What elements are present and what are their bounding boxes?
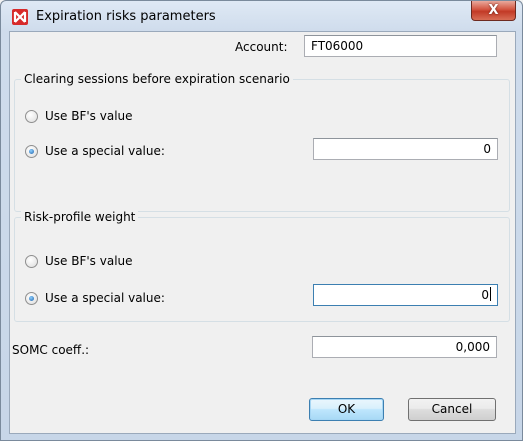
ok-button[interactable]: OK xyxy=(309,398,384,421)
title-bar[interactable]: Expiration risks parameters X xyxy=(1,1,522,31)
app-logo-icon xyxy=(12,9,28,25)
close-icon: X xyxy=(488,3,499,18)
clearing-use-bf-radio[interactable] xyxy=(25,109,38,123)
risk-profile-group: Risk-profile weight Use BF's value Use a… xyxy=(14,210,510,322)
clearing-use-special-label: Use a special value: xyxy=(45,144,165,158)
risk-use-bf-option[interactable]: Use BF's value xyxy=(25,254,133,268)
clearing-use-bf-label: Use BF's value xyxy=(45,109,133,123)
risk-special-value-text: 0 xyxy=(481,288,489,302)
clearing-sessions-group-title: Clearing sessions before expiration scen… xyxy=(21,72,293,86)
dialog-window: Expiration risks parameters X Account: F… xyxy=(0,0,523,441)
somc-coeff-field[interactable]: 0,000 xyxy=(312,336,497,358)
close-button[interactable]: X xyxy=(471,1,516,21)
risk-use-bf-label: Use BF's value xyxy=(45,254,133,268)
risk-special-value-field[interactable]: 0 xyxy=(313,284,498,306)
dialog-content: Account: FT06000 Clearing sessions befor… xyxy=(9,31,516,434)
risk-use-special-radio[interactable] xyxy=(25,291,38,305)
somc-label: SOMC coeff.: xyxy=(12,343,90,357)
account-label: Account: xyxy=(235,40,288,54)
risk-use-special-option[interactable]: Use a special value: xyxy=(25,291,165,305)
risk-use-special-label: Use a special value: xyxy=(45,291,165,305)
risk-use-bf-radio[interactable] xyxy=(25,254,38,268)
clearing-use-bf-option[interactable]: Use BF's value xyxy=(25,109,133,123)
account-field[interactable]: FT06000 xyxy=(304,35,497,57)
text-caret xyxy=(490,287,491,301)
cancel-button[interactable]: Cancel xyxy=(408,398,496,421)
clearing-sessions-group: Clearing sessions before expiration scen… xyxy=(14,72,510,212)
clearing-special-value-field[interactable]: 0 xyxy=(313,138,498,160)
window-title: Expiration risks parameters xyxy=(36,9,216,24)
clearing-use-special-option[interactable]: Use a special value: xyxy=(25,144,165,158)
clearing-use-special-radio[interactable] xyxy=(25,144,38,158)
risk-profile-group-title: Risk-profile weight xyxy=(21,210,139,224)
